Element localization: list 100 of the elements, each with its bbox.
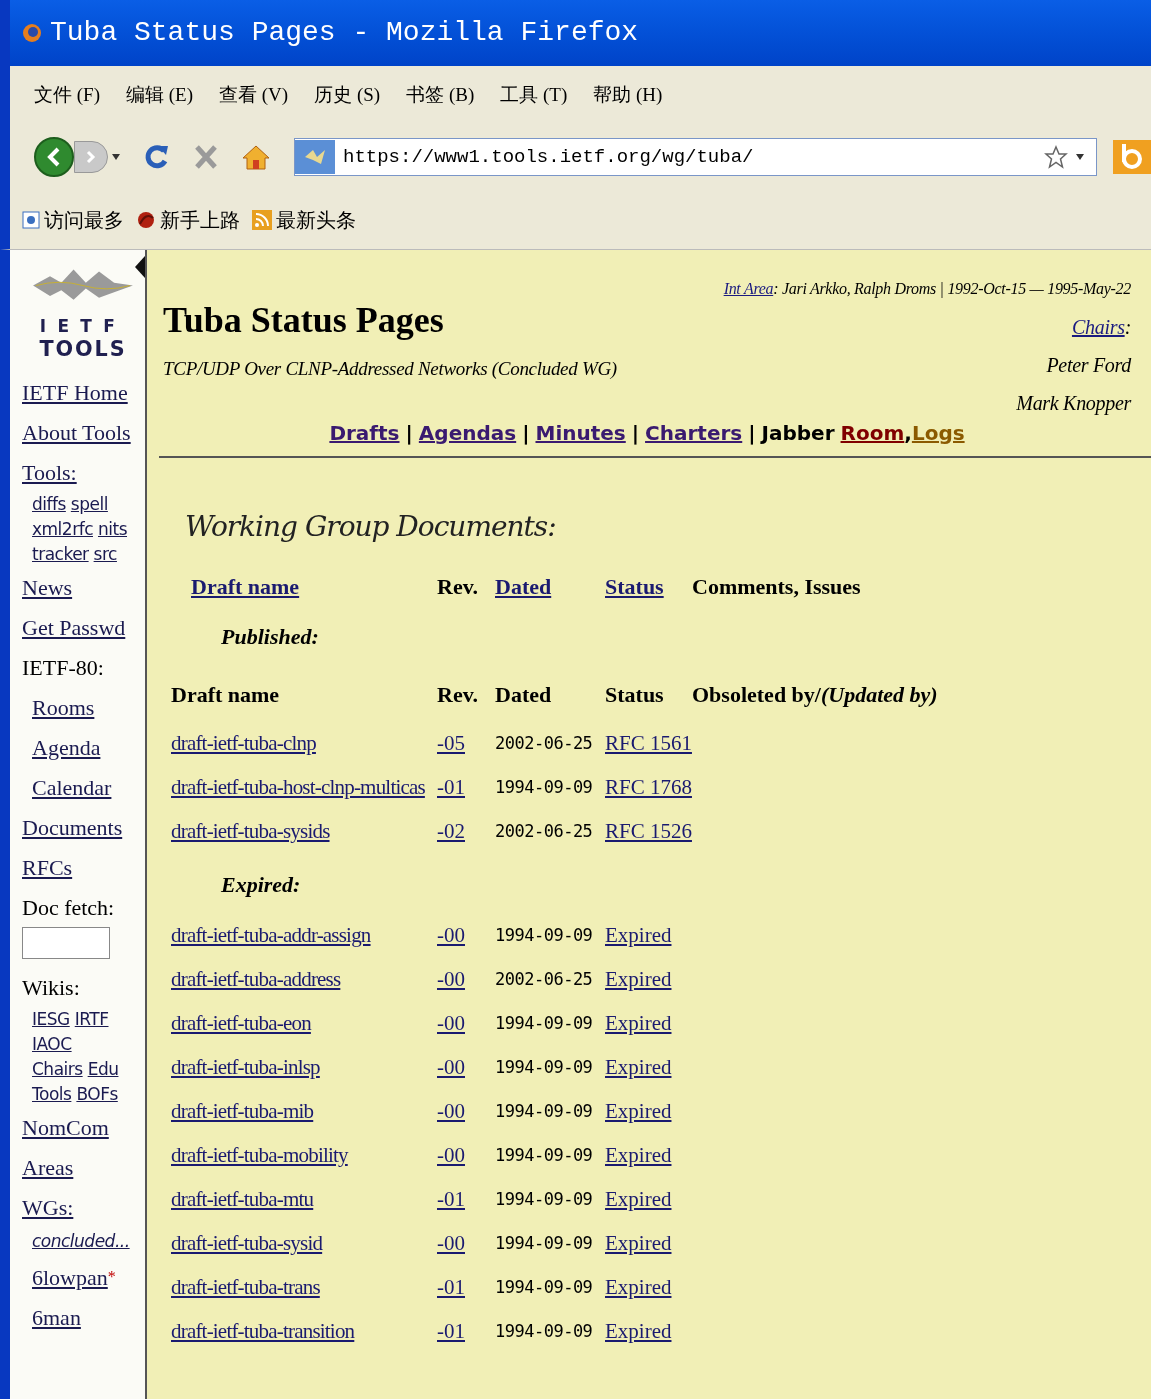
sidebar-link[interactable]: Get Passwd — [22, 610, 126, 644]
draft-link[interactable]: draft-ietf-tuba-mobility — [171, 1140, 348, 1172]
draft-link[interactable]: draft-ietf-tuba-inlsp — [171, 1052, 320, 1084]
sidebar-link[interactable]: WGs: — [22, 1190, 74, 1224]
revision-link[interactable]: -01 — [437, 1184, 465, 1216]
document-state-link[interactable]: Expired — [605, 1052, 672, 1084]
sidebar-link[interactable]: Edu — [87, 1057, 119, 1082]
document-state-link[interactable]: Expired — [605, 1316, 672, 1348]
menu-item[interactable]: 文件 (F) — [34, 80, 100, 110]
column-sort-link[interactable]: Dated — [495, 569, 552, 603]
revision-link[interactable]: -00 — [437, 1140, 465, 1172]
doc-fetch-field[interactable] — [22, 927, 110, 959]
document-state-link[interactable]: Expired — [605, 1272, 672, 1304]
revision-link[interactable]: -02 — [437, 816, 465, 848]
nav-link[interactable]: Logs — [911, 418, 965, 448]
draft-link[interactable]: draft-ietf-tuba-host-clnp-multicas — [171, 772, 425, 804]
sidebar-link[interactable]: nits — [98, 517, 127, 542]
document-state-link[interactable]: Expired — [605, 1228, 672, 1260]
document-state-link[interactable]: RFC 1526 — [605, 816, 692, 848]
revision-link[interactable]: -01 — [437, 772, 465, 804]
revision-link[interactable]: -00 — [437, 1052, 465, 1084]
document-state-link[interactable]: Expired — [605, 1096, 672, 1128]
revision-link[interactable]: -05 — [437, 728, 465, 760]
reload-icon[interactable] — [144, 143, 170, 171]
sidebar-link[interactable]: IESG — [32, 1007, 70, 1032]
document-state-link[interactable]: Expired — [605, 1184, 672, 1216]
star-icon[interactable] — [1044, 145, 1068, 169]
column-sort-link[interactable]: Draft name — [191, 569, 300, 603]
draft-link[interactable]: draft-ietf-tuba-trans — [171, 1272, 320, 1304]
sidebar-link[interactable]: Areas — [22, 1150, 74, 1184]
revision-link[interactable]: -00 — [437, 1096, 465, 1128]
home-icon[interactable] — [242, 144, 270, 170]
sidebar-link[interactable]: concluded... — [32, 1229, 130, 1255]
sidebar-link[interactable]: News — [22, 570, 73, 604]
draft-link[interactable]: draft-ietf-tuba-mtu — [171, 1184, 314, 1216]
revision-link[interactable]: -00 — [437, 920, 465, 952]
document-state-link[interactable]: RFC 1561 — [605, 728, 692, 760]
triangle-icon[interactable] — [135, 256, 145, 278]
draft-link[interactable]: draft-ietf-tuba-transition — [171, 1316, 355, 1348]
sidebar-link[interactable]: NomCom — [22, 1110, 109, 1144]
menu-item[interactable]: 历史 (S) — [314, 80, 381, 110]
document-state-link[interactable]: Expired — [605, 964, 672, 996]
sidebar-link[interactable]: 6lowpan — [32, 1260, 108, 1294]
draft-link[interactable]: draft-ietf-tuba-addr-assign — [171, 920, 371, 952]
document-state-link[interactable]: Expired — [605, 1008, 672, 1040]
draft-link[interactable]: draft-ietf-tuba-eon — [171, 1008, 311, 1040]
draft-link[interactable]: draft-ietf-tuba-sysids — [171, 816, 330, 848]
sidebar-link[interactable]: xml2rfc — [32, 517, 93, 542]
sidebar-link[interactable]: src — [93, 542, 117, 567]
sidebar-link[interactable]: Tools — [32, 1082, 72, 1107]
nav-link[interactable]: Minutes — [535, 418, 626, 448]
revision-link[interactable]: -01 — [437, 1316, 465, 1348]
sidebar-link[interactable]: diffs — [32, 492, 66, 517]
revision-link[interactable]: -00 — [437, 964, 465, 996]
sidebar-link[interactable]: IETF Home — [22, 375, 128, 409]
column-sort-link[interactable]: Status — [605, 569, 664, 603]
sidebar-link[interactable]: Documents — [22, 810, 123, 844]
address-bar[interactable]: https://www1.tools.ietf.org/wg/tuba/ — [294, 138, 1097, 176]
dropdown-icon[interactable] — [112, 154, 120, 160]
column-header: Comments, Issues — [692, 572, 861, 601]
bookmark-link[interactable]: 最新头条 — [252, 204, 356, 235]
sidebar-link[interactable]: Chairs — [32, 1057, 83, 1082]
sidebar-link[interactable]: spell — [70, 492, 108, 517]
sidebar-link[interactable]: Calendar — [32, 770, 112, 804]
sidebar-link[interactable]: Rooms — [32, 690, 95, 724]
menu-item[interactable]: 书签 (B) — [406, 80, 475, 110]
menu-item[interactable]: 编辑 (E) — [126, 80, 193, 110]
sidebar-link[interactable]: RFCs — [22, 850, 73, 884]
back-button[interactable] — [34, 137, 74, 177]
sidebar-link[interactable]: About Tools — [22, 415, 131, 449]
menu-item[interactable]: 查看 (V) — [219, 80, 289, 110]
chairs-link[interactable]: Chairs — [1071, 316, 1125, 338]
menu-item[interactable]: 帮助 (H) — [593, 80, 663, 110]
sidebar-link[interactable]: Tools: — [22, 455, 77, 489]
document-state-link[interactable]: Expired — [605, 920, 672, 952]
revision-link[interactable]: -00 — [437, 1228, 465, 1260]
nav-link[interactable]: Charters — [645, 418, 743, 448]
nav-link[interactable]: Room — [840, 418, 905, 448]
document-state-link[interactable]: Expired — [605, 1140, 672, 1172]
area-link[interactable]: Int Area — [723, 280, 774, 297]
draft-link[interactable]: draft-ietf-tuba-address — [171, 964, 341, 996]
bookmark-link[interactable]: 访问最多 — [22, 204, 124, 235]
revision-link[interactable]: -01 — [437, 1272, 465, 1304]
draft-link[interactable]: draft-ietf-tuba-clnp — [171, 728, 316, 760]
draft-link[interactable]: draft-ietf-tuba-mib — [171, 1096, 314, 1128]
sidebar-link[interactable]: Agenda — [32, 730, 101, 764]
sidebar-link[interactable]: IRTF — [74, 1007, 109, 1032]
revision-link[interactable]: -00 — [437, 1008, 465, 1040]
section-heading: Working Group Documents: — [185, 509, 557, 545]
nav-link[interactable]: Drafts — [329, 418, 400, 448]
sidebar-link[interactable]: IAOC — [32, 1032, 72, 1057]
bookmark-link[interactable]: 新手上路 — [136, 204, 240, 235]
sidebar-link[interactable]: BOFs — [76, 1082, 118, 1107]
document-state-link[interactable]: RFC 1768 — [605, 772, 692, 804]
nav-link[interactable]: Agendas — [418, 418, 517, 448]
menu-item[interactable]: 工具 (T) — [500, 80, 568, 110]
sidebar-link[interactable]: 6man — [32, 1300, 81, 1334]
draft-link[interactable]: draft-ietf-tuba-sysid — [171, 1228, 323, 1260]
dropdown-icon[interactable] — [1076, 154, 1084, 160]
sidebar-link[interactable]: tracker — [32, 542, 89, 567]
